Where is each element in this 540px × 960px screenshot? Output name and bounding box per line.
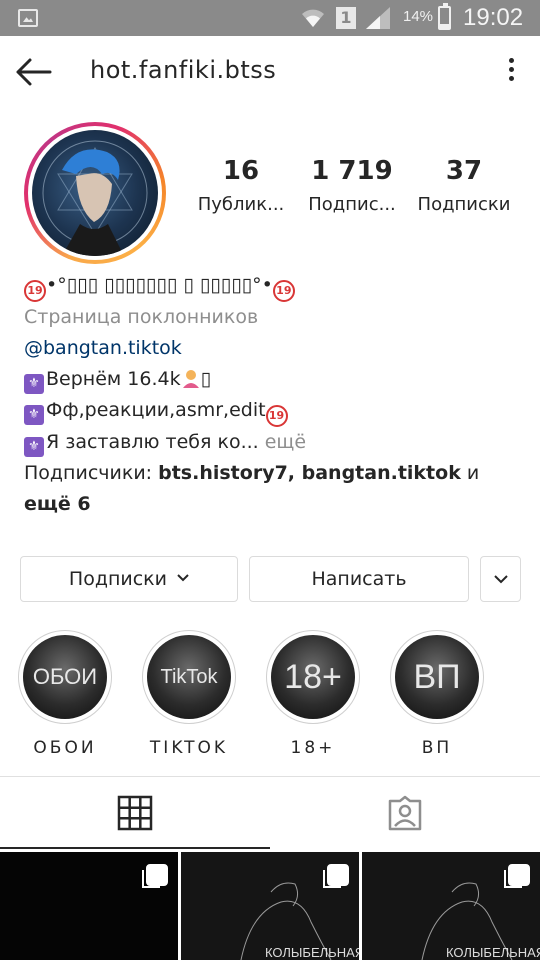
bio-name-line: 19 •°▯▯▯ ▯▯▯▯▯▯▯ ▯ ▯▯▯▯▯°• 19 xyxy=(24,270,524,302)
posts-count: 16 xyxy=(222,156,260,186)
bio-more-link[interactable]: ещё xyxy=(265,431,306,453)
avatar xyxy=(32,130,158,256)
followed-by-names: bts.history7, bangtan.tiktok xyxy=(158,462,461,484)
tagged-person-icon xyxy=(388,795,422,831)
fleur-de-lis-icon: ⚜ xyxy=(24,405,44,425)
highlight-label: 18+ xyxy=(290,738,336,758)
suggested-accounts-button[interactable] xyxy=(480,556,521,602)
bio-line-3: ⚜ Я заставлю тебя ко... ещё xyxy=(24,427,524,458)
highlight-tiktok[interactable]: TikTok TIKTOK xyxy=(142,630,236,758)
bio-line-2: ⚜ Фф,реакции,asmr,edit 19 xyxy=(24,395,524,427)
bio-line-1: ⚜ Вернём 16.4k ▯ xyxy=(24,364,524,395)
battery-percent: 14% xyxy=(403,8,434,25)
gallery-notification-icon xyxy=(18,9,38,27)
sim-icon: 1 xyxy=(336,7,356,29)
clock: 19:02 xyxy=(463,4,524,31)
following-label: Подписки xyxy=(417,194,511,215)
highlight-cover: 18+ xyxy=(271,635,355,719)
followers-label: Подпис... xyxy=(308,194,396,215)
highlight-label: ВП xyxy=(421,738,453,758)
stat-following[interactable]: 37 Подписки xyxy=(412,156,516,215)
post-tile[interactable]: КОЛЫБЕЛЬНАЯ xyxy=(181,852,359,960)
profile-category: Страница поклонников xyxy=(24,306,259,328)
followed-by[interactable]: Подписчики: bts.history7, bangtan.tiktok… xyxy=(24,458,524,520)
profile-header: hot.fanfiki.btss xyxy=(0,36,540,110)
signal-icon xyxy=(366,7,390,29)
following-count: 37 xyxy=(445,156,483,186)
age-19-icon: 19 xyxy=(272,280,295,302)
chevron-down-icon xyxy=(177,574,189,582)
stat-followers[interactable]: 1 719 Подпис... xyxy=(302,156,402,215)
chevron-down-icon xyxy=(493,575,508,584)
followed-by-more: ещё 6 xyxy=(24,493,91,515)
highlight-label: TIKTOK xyxy=(149,738,229,758)
tab-grid[interactable] xyxy=(0,777,270,849)
posts-grid: КОЛЫБЕЛЬНАЯ КОЛЫБЕЛЬНАЯ xyxy=(0,852,540,960)
wifi-icon xyxy=(302,9,324,27)
multiple-posts-icon xyxy=(142,864,168,888)
bio-mention-link[interactable]: @bangtan.tiktok xyxy=(24,333,524,364)
highlight-oboi[interactable]: ОБОИ ОБОИ xyxy=(18,630,112,758)
followers-count: 1 719 xyxy=(311,156,393,186)
profile-display-name: •°▯▯▯ ▯▯▯▯▯▯▯ ▯ ▯▯▯▯▯°• xyxy=(46,274,273,296)
posts-label: Публик... xyxy=(197,194,285,215)
person-facepalm-icon xyxy=(182,370,199,388)
post-tile[interactable] xyxy=(0,852,178,960)
grid-icon xyxy=(117,795,153,831)
post-tile[interactable]: КОЛЫБЕЛЬНАЯ xyxy=(362,852,540,960)
avatar-story-ring[interactable] xyxy=(24,122,166,264)
tab-tagged[interactable] xyxy=(270,777,540,849)
profile-bio: 19 •°▯▯▯ ▯▯▯▯▯▯▯ ▯ ▯▯▯▯▯°• 19 Страница пок… xyxy=(24,270,524,520)
battery-icon xyxy=(438,3,451,30)
multiple-posts-icon xyxy=(504,864,530,888)
following-button[interactable]: Подписки xyxy=(20,556,238,602)
status-bar: 1 14% 19:02 xyxy=(0,0,540,36)
age-19-icon: 19 xyxy=(24,280,46,302)
more-options-icon[interactable] xyxy=(498,54,524,90)
highlight-cover: TikTok xyxy=(147,635,231,719)
fleur-de-lis-icon: ⚜ xyxy=(24,437,44,457)
post-caption: КОЛЫБЕЛЬНАЯ xyxy=(446,945,540,960)
age-19-icon: 19 xyxy=(265,405,288,427)
highlight-cover: ОБОИ xyxy=(23,635,107,719)
highlight-vp[interactable]: ВП ВП xyxy=(390,630,484,758)
multiple-posts-icon xyxy=(323,864,349,888)
highlight-label: ОБОИ xyxy=(33,738,97,758)
message-button[interactable]: Написать xyxy=(249,556,469,602)
fleur-de-lis-icon: ⚜ xyxy=(24,374,44,394)
back-arrow-icon[interactable] xyxy=(14,54,54,90)
highlight-18plus[interactable]: 18+ 18+ xyxy=(266,630,360,758)
highlight-cover: ВП xyxy=(395,635,479,719)
profile-username: hot.fanfiki.btss xyxy=(90,56,277,84)
post-caption: КОЛЫБЕЛЬНАЯ xyxy=(265,945,359,960)
stat-posts[interactable]: 16 Публик... xyxy=(192,156,290,215)
